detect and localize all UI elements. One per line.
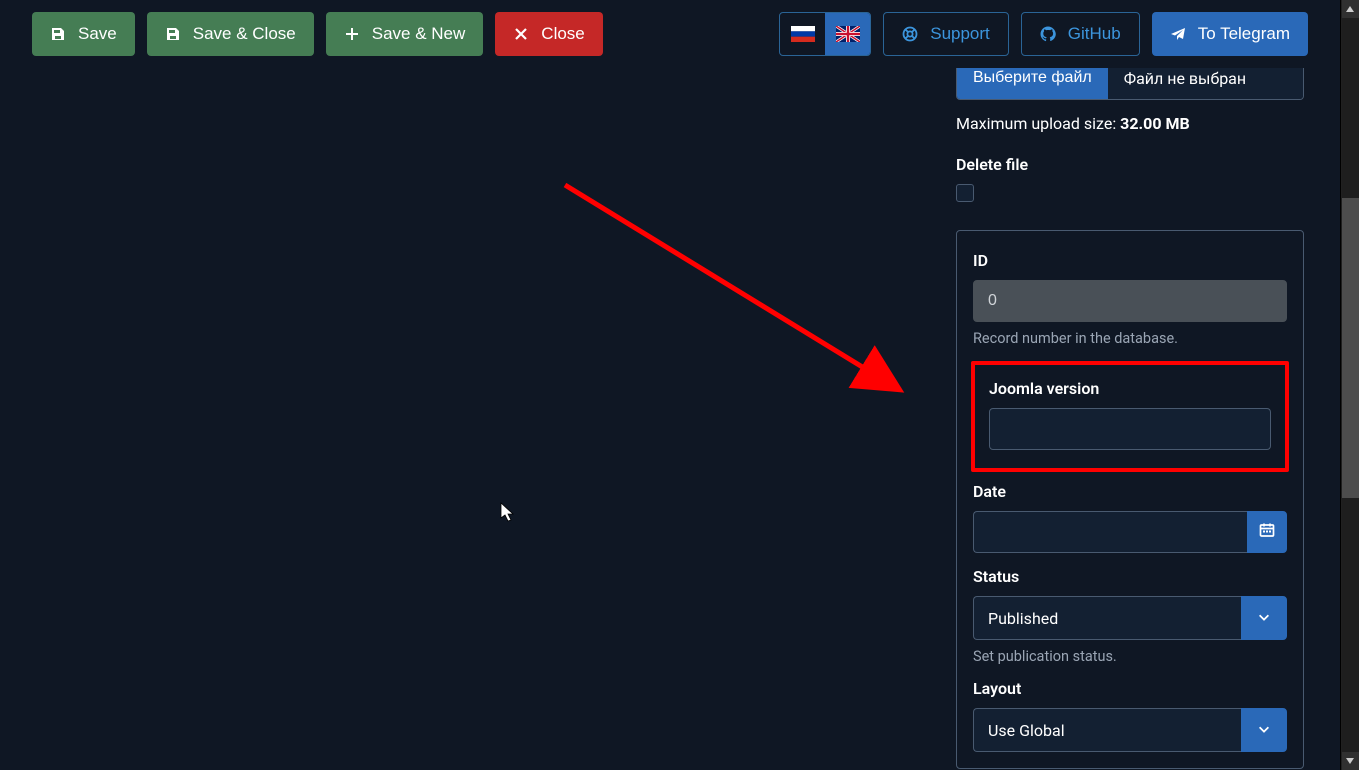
scroll-down-button[interactable] — [1342, 752, 1359, 770]
scroll-up-button[interactable] — [1342, 0, 1359, 18]
scrollbar-thumb[interactable] — [1342, 198, 1359, 498]
layout-select-value: Use Global — [973, 708, 1241, 752]
chevron-down-icon — [1257, 609, 1271, 628]
toolbar: Save Save & Close Save & New — [0, 0, 1340, 68]
save-button[interactable]: Save — [32, 12, 135, 56]
max-upload-text: Maximum upload size: 32.00 MB — [956, 114, 1304, 133]
telegram-label: To Telegram — [1198, 24, 1290, 44]
record-panel: ID Record number in the database. Joomla… — [956, 230, 1304, 769]
save-icon — [165, 26, 181, 42]
highlighted-field-annotation: Joomla version — [971, 361, 1289, 472]
telegram-button[interactable]: To Telegram — [1152, 12, 1308, 56]
window-scrollbar[interactable] — [1340, 0, 1359, 770]
save-close-label: Save & Close — [193, 24, 296, 44]
file-upload-group: Выберите файл Файл не выбран — [956, 68, 1304, 100]
id-help-text: Record number in the database. — [973, 330, 1287, 347]
github-label: GitHub — [1068, 24, 1121, 44]
layout-select[interactable]: Use Global — [973, 708, 1287, 752]
scrollbar-track[interactable] — [1342, 18, 1359, 752]
lang-en-button[interactable] — [825, 13, 870, 55]
telegram-icon — [1170, 26, 1186, 42]
status-select-caret[interactable] — [1241, 596, 1287, 640]
save-close-button[interactable]: Save & Close — [147, 12, 314, 56]
status-select[interactable]: Published — [973, 596, 1287, 640]
close-button[interactable]: Close — [495, 12, 602, 56]
date-label: Date — [973, 482, 1287, 501]
language-switcher — [779, 12, 871, 56]
save-button-label: Save — [78, 24, 117, 44]
close-icon — [513, 26, 529, 42]
date-picker-button[interactable] — [1247, 511, 1287, 553]
id-label: ID — [973, 251, 1287, 270]
choose-file-button[interactable]: Выберите файл — [957, 68, 1108, 99]
support-label: Support — [930, 24, 990, 44]
status-select-value: Published — [973, 596, 1241, 640]
save-new-label: Save & New — [372, 24, 466, 44]
layout-select-caret[interactable] — [1241, 708, 1287, 752]
plus-icon — [344, 26, 360, 42]
delete-file-label: Delete file — [956, 155, 1304, 174]
github-icon — [1040, 26, 1056, 42]
lang-ru-button[interactable] — [780, 13, 825, 55]
layout-label: Layout — [973, 679, 1287, 698]
flag-uk-icon — [836, 26, 860, 42]
chevron-down-icon — [1257, 721, 1271, 740]
id-field — [973, 280, 1287, 322]
save-new-button[interactable]: Save & New — [326, 12, 484, 56]
save-icon — [50, 26, 66, 42]
calendar-icon — [1259, 522, 1275, 542]
support-button[interactable]: Support — [883, 12, 1009, 56]
main-content-area — [0, 68, 936, 770]
file-status-text: Файл не выбран — [1108, 68, 1303, 99]
delete-file-checkbox[interactable] — [956, 184, 974, 202]
sidebar-panel: Выберите файл Файл не выбран Maximum upl… — [936, 68, 1340, 770]
lifebuoy-icon — [902, 26, 918, 42]
status-label: Status — [973, 567, 1287, 586]
github-button[interactable]: GitHub — [1021, 12, 1140, 56]
joomla-version-label: Joomla version — [989, 379, 1271, 398]
joomla-version-field[interactable] — [989, 408, 1271, 450]
flag-ru-icon — [791, 26, 815, 42]
close-label: Close — [541, 24, 584, 44]
status-help-text: Set publication status. — [973, 648, 1287, 665]
date-field[interactable] — [973, 511, 1247, 553]
